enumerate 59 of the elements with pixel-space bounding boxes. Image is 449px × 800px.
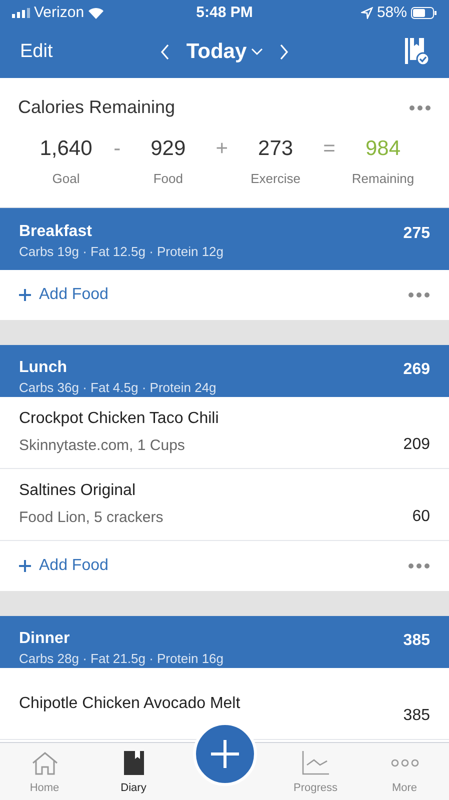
tab-button[interactable]: Progress bbox=[286, 750, 346, 796]
book-icon bbox=[124, 750, 144, 774]
summary-label: Goal bbox=[52, 170, 80, 188]
summary-value: 929 bbox=[150, 136, 186, 162]
summary-label: Exercise bbox=[250, 170, 300, 188]
battery-percent: 58% bbox=[376, 2, 407, 23]
meal-calories: 269 bbox=[403, 360, 430, 380]
food-calories: 60 bbox=[412, 506, 430, 526]
carrier-name: Verizon bbox=[34, 2, 84, 23]
food-name: Chipotle Chicken Avocado Melt bbox=[19, 694, 240, 714]
operator-sign: + bbox=[216, 136, 228, 162]
summary-label: Food bbox=[153, 170, 183, 188]
meal-macros: Carbs 28g · Fat 21.5g · Protein 16g bbox=[19, 651, 224, 668]
food-detail: Food Lion, 5 crackers bbox=[19, 508, 164, 528]
tab-button[interactable]: Diary bbox=[104, 750, 164, 796]
signal-icon bbox=[12, 8, 30, 18]
wifi-icon bbox=[88, 7, 104, 19]
meal-calories: 385 bbox=[403, 631, 430, 651]
summary-value: 984 bbox=[365, 136, 401, 162]
food-detail: Skinnytaste.com, 1 Cups bbox=[19, 436, 186, 456]
previous-icon[interactable] bbox=[160, 44, 170, 60]
meal-name: Dinner bbox=[19, 629, 71, 649]
add-food-button[interactable]: Add Food bbox=[19, 283, 108, 307]
summary-value: 1,640 bbox=[40, 136, 92, 162]
book-check-icon[interactable] bbox=[404, 38, 429, 66]
food-name: Crockpot Chicken Taco Chili bbox=[19, 409, 219, 430]
food-calories: 209 bbox=[403, 434, 430, 454]
plus-icon bbox=[19, 289, 31, 301]
meal-name: Lunch bbox=[19, 358, 68, 378]
tab-button[interactable]: More bbox=[374, 750, 434, 796]
plus-icon bbox=[210, 739, 240, 769]
status-time: 5:48 PM bbox=[196, 2, 253, 23]
summary-label: Remaining bbox=[352, 170, 414, 188]
more-icon bbox=[390, 758, 418, 766]
add-food-button[interactable]: Add Food bbox=[19, 554, 108, 578]
food-row[interactable]: Crockpot Chicken Taco Chili Skinnytaste.com, 1 Cups 209 bbox=[0, 397, 449, 469]
more-icon[interactable] bbox=[408, 563, 430, 569]
meal-macros: Carbs 36g · Fat 4.5g · Protein 24g bbox=[19, 380, 216, 396]
line-chart-icon bbox=[302, 750, 330, 774]
summary-title: Calories Remaining bbox=[18, 96, 176, 119]
edit-button[interactable]: Edit bbox=[20, 38, 100, 66]
date-selector[interactable]: Today bbox=[186, 36, 263, 68]
meal-calories: 275 bbox=[403, 224, 430, 244]
chevron-down-icon bbox=[250, 48, 263, 56]
battery-icon bbox=[410, 7, 437, 19]
meal-name: Breakfast bbox=[19, 222, 93, 242]
summary-value: 273 bbox=[258, 136, 294, 162]
operator-sign: = bbox=[323, 136, 336, 162]
house-icon bbox=[30, 750, 58, 774]
next-icon[interactable] bbox=[278, 44, 289, 60]
more-icon[interactable] bbox=[408, 292, 430, 298]
meal-macros: Carbs 19g · Fat 12.5g · Protein 12g bbox=[19, 244, 224, 260]
plus-icon bbox=[19, 560, 31, 572]
operator-sign: - bbox=[114, 136, 121, 162]
food-calories: 385 bbox=[403, 706, 430, 726]
food-name: Saltines Original bbox=[19, 481, 136, 502]
location-arrow-icon bbox=[360, 7, 373, 19]
more-icon[interactable] bbox=[409, 104, 431, 110]
tab-button[interactable]: Home bbox=[14, 750, 74, 796]
